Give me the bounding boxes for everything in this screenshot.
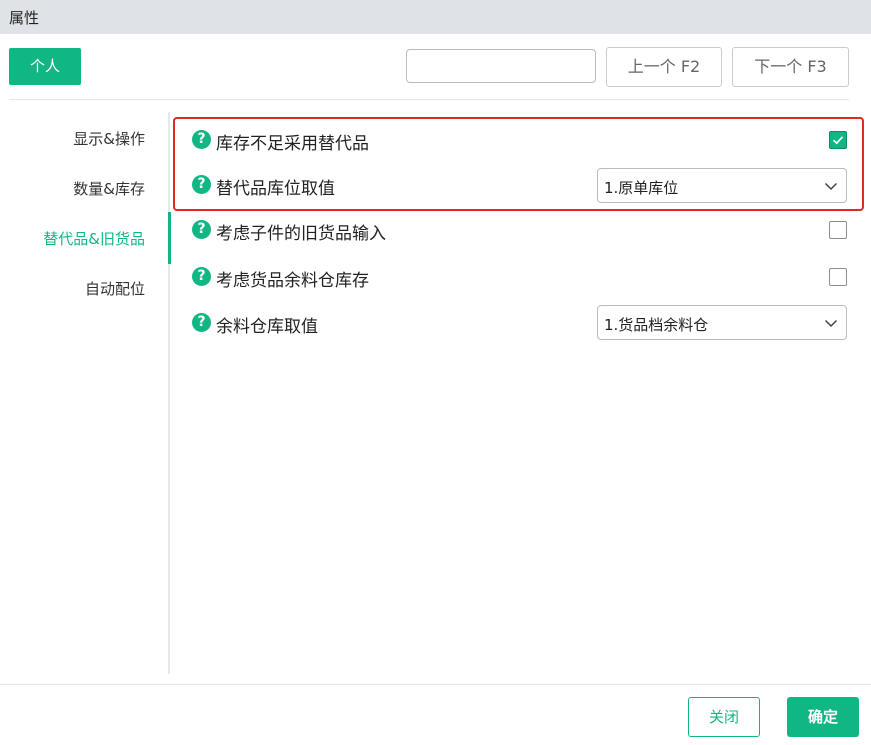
setting-label: 替代品库位取值 xyxy=(216,179,335,199)
title-bar: 属性 xyxy=(0,0,871,34)
toolbar-divider xyxy=(9,99,849,100)
confirm-button[interactable]: 确定 xyxy=(787,697,859,737)
leftover-warehouse-select[interactable]: 1.货品档余料仓 xyxy=(597,305,847,340)
chevron-down-icon xyxy=(824,319,838,328)
setting-label: 余料仓库取值 xyxy=(216,317,318,337)
check-icon xyxy=(832,136,844,145)
sidebar-item-display-operation[interactable]: 显示&操作 xyxy=(73,128,145,149)
setting-label: 库存不足采用替代品 xyxy=(216,134,369,154)
old-goods-input-checkbox[interactable] xyxy=(829,221,847,239)
select-value: 1.原单库位 xyxy=(604,179,679,197)
question-circle-icon[interactable]: ? xyxy=(192,175,211,194)
setting-label: 考虑货品余料仓库存 xyxy=(216,271,369,291)
sidebar-divider xyxy=(168,112,170,674)
leftover-stock-checkbox[interactable] xyxy=(829,268,847,286)
chevron-down-icon xyxy=(824,182,838,191)
previous-button[interactable]: 上一个 F2 xyxy=(606,47,722,87)
question-circle-icon[interactable]: ? xyxy=(192,313,211,332)
question-circle-icon[interactable]: ? xyxy=(192,130,211,149)
search-input[interactable] xyxy=(406,49,596,83)
personal-button[interactable]: 个人 xyxy=(9,48,81,85)
footer-divider xyxy=(0,684,871,685)
sidebar-active-indicator xyxy=(168,212,171,264)
window-title: 属性 xyxy=(9,9,40,27)
close-button[interactable]: 关闭 xyxy=(688,697,760,737)
substitute-location-select[interactable]: 1.原单库位 xyxy=(597,168,847,203)
setting-label: 考虑子件的旧货品输入 xyxy=(216,224,386,244)
select-value: 1.货品档余料仓 xyxy=(604,316,709,334)
sidebar-item-quantity-stock[interactable]: 数量&库存 xyxy=(73,178,145,199)
sidebar-item-auto-allocation[interactable]: 自动配位 xyxy=(85,278,145,299)
sidebar-item-substitute-old-goods[interactable]: 替代品&旧货品 xyxy=(43,228,145,249)
next-button[interactable]: 下一个 F3 xyxy=(732,47,849,87)
question-circle-icon[interactable]: ? xyxy=(192,220,211,239)
question-circle-icon[interactable]: ? xyxy=(192,267,211,286)
use-substitute-checkbox[interactable] xyxy=(829,131,847,149)
